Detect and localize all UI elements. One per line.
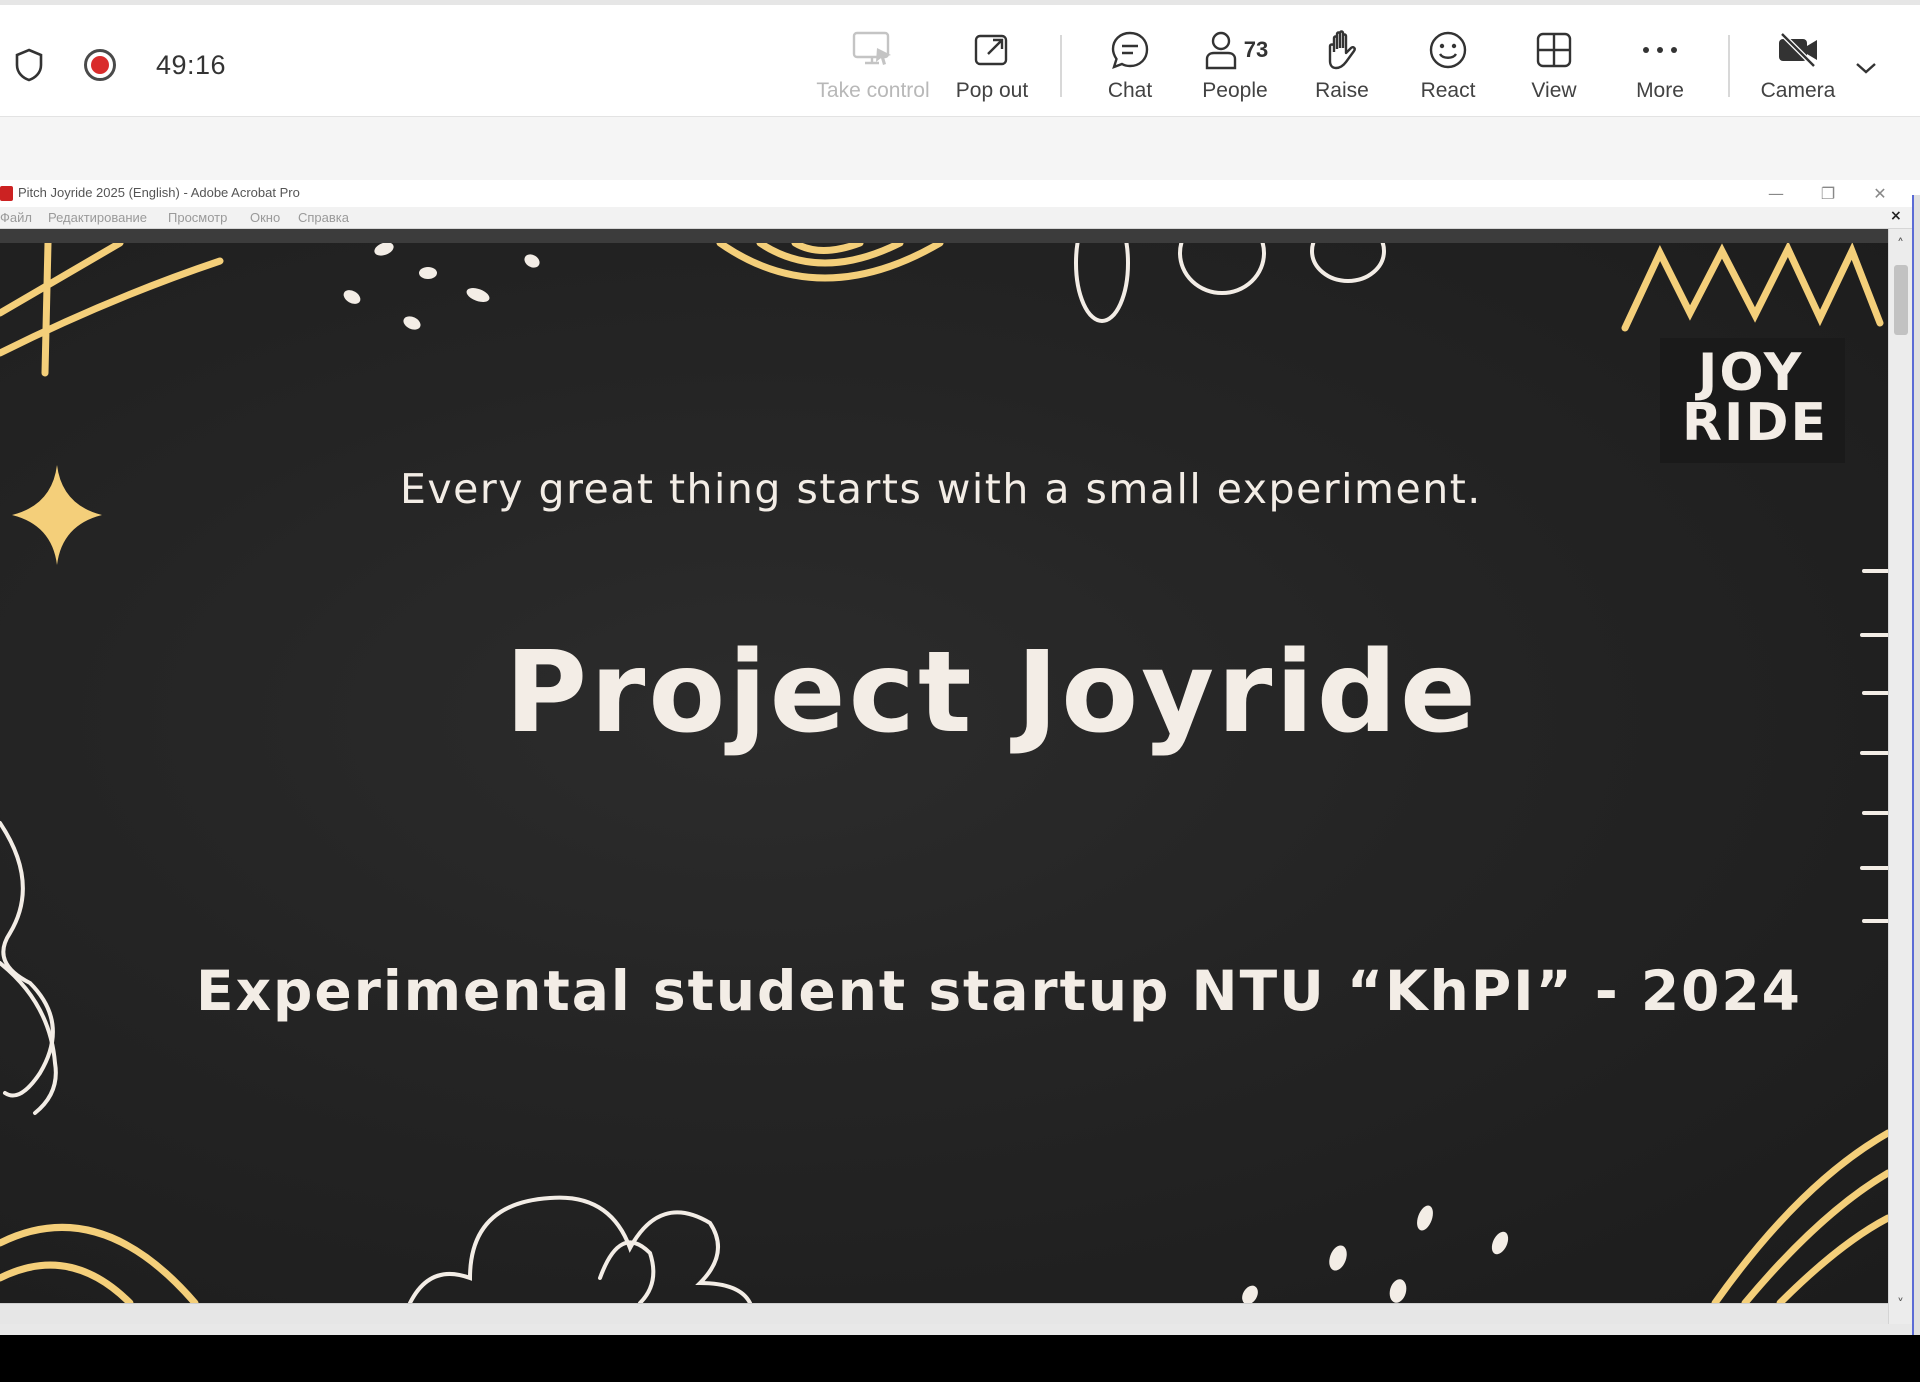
scroll-up-arrow-icon[interactable]: ˄ xyxy=(1897,237,1904,253)
minimize-button[interactable]: — xyxy=(1758,182,1794,204)
raise-label: Raise xyxy=(1315,79,1369,102)
close-document-button[interactable]: × xyxy=(1890,208,1902,224)
camera-off-icon xyxy=(1776,23,1820,77)
view-label: View xyxy=(1531,79,1577,102)
acrobat-window: Pitch Joyride 2025 (English) - Adobe Acr… xyxy=(0,180,1920,1335)
slide-subtitle: Experimental student startup NTU “KhPI” … xyxy=(196,959,1802,1023)
more-button[interactable]: More xyxy=(1605,23,1715,109)
people-icon-group: 73 xyxy=(1202,23,1268,77)
people-label: People xyxy=(1202,79,1268,102)
acrobat-toolbar-strip xyxy=(0,229,1888,243)
side-panel-edge xyxy=(1912,195,1920,1335)
meeting-timer: 49:16 xyxy=(156,49,227,80)
people-button[interactable]: 73 People xyxy=(1180,23,1290,109)
logo-line-2: RIDE xyxy=(1682,393,1829,453)
chat-button[interactable]: Chat xyxy=(1075,23,1185,109)
people-count-badge: 73 xyxy=(1243,37,1269,62)
take-control-label: Take control xyxy=(816,79,930,102)
acrobat-app-icon xyxy=(0,186,13,201)
more-label: More xyxy=(1636,79,1684,102)
pop-out-button[interactable]: Pop out xyxy=(937,23,1047,109)
take-control-button[interactable]: Take control xyxy=(816,23,930,109)
take-control-icon xyxy=(851,23,895,77)
recording-icon xyxy=(84,49,116,81)
bottom-bar xyxy=(0,1335,1920,1382)
raise-hand-button[interactable]: Raise xyxy=(1287,23,1397,109)
meeting-toolbar: 49:16 Take control Pop out Chat 73 Peopl… xyxy=(0,5,1920,117)
react-label: React xyxy=(1420,79,1476,102)
slide-decorations xyxy=(0,243,1888,1303)
pop-out-label: Pop out xyxy=(955,79,1029,102)
people-icon xyxy=(1205,31,1236,70)
logo-line-1: JOY xyxy=(1698,343,1804,403)
camera-label: Camera xyxy=(1760,79,1836,102)
menu-view[interactable]: Просмотр xyxy=(168,210,227,225)
close-window-button[interactable]: ✕ xyxy=(1862,182,1898,204)
acrobat-menubar: Файл Редактирование Просмотр Окно Справк… xyxy=(0,207,1920,229)
react-icon xyxy=(1427,23,1469,77)
meeting-status: 49:16 xyxy=(14,45,226,85)
menu-file[interactable]: Файл xyxy=(0,210,32,225)
view-button[interactable]: View xyxy=(1499,23,1609,109)
raise-hand-icon xyxy=(1322,23,1362,77)
toolbar-divider xyxy=(1060,35,1062,97)
slide-title: Project Joyride xyxy=(505,628,1479,758)
pop-out-icon xyxy=(972,23,1012,77)
menu-edit[interactable]: Редактирование xyxy=(48,210,147,225)
chat-label: Chat xyxy=(1107,79,1153,102)
slide-tagline: Every great thing starts with a small ex… xyxy=(400,465,1482,513)
acrobat-titlebar: Pitch Joyride 2025 (English) - Adobe Acr… xyxy=(0,180,1920,207)
horizontal-scrollbar[interactable] xyxy=(0,1303,1888,1324)
chevron-down-icon[interactable] xyxy=(1850,55,1882,81)
menu-help[interactable]: Справка xyxy=(298,210,349,225)
restore-button[interactable]: ❐ xyxy=(1810,182,1846,204)
scroll-down-arrow-icon[interactable]: ˅ xyxy=(1897,1297,1904,1313)
screen: 49:16 Take control Pop out Chat 73 Peopl… xyxy=(0,0,1920,1382)
presentation-slide: Every great thing starts with a small ex… xyxy=(0,243,1888,1303)
sparkle-icon xyxy=(12,465,102,565)
scrollbar-thumb[interactable] xyxy=(1894,265,1908,335)
menu-window[interactable]: Окно xyxy=(250,210,280,225)
chat-icon xyxy=(1109,23,1151,77)
view-icon xyxy=(1534,23,1574,77)
joyride-logo: JOY RIDE xyxy=(1660,338,1845,463)
window-title: Pitch Joyride 2025 (English) - Adobe Acr… xyxy=(18,185,300,200)
shield-icon[interactable] xyxy=(14,47,44,83)
more-icon xyxy=(1640,23,1680,77)
toolbar-divider xyxy=(1728,35,1730,97)
camera-button[interactable]: Camera xyxy=(1743,23,1853,109)
react-button[interactable]: React xyxy=(1393,23,1503,109)
